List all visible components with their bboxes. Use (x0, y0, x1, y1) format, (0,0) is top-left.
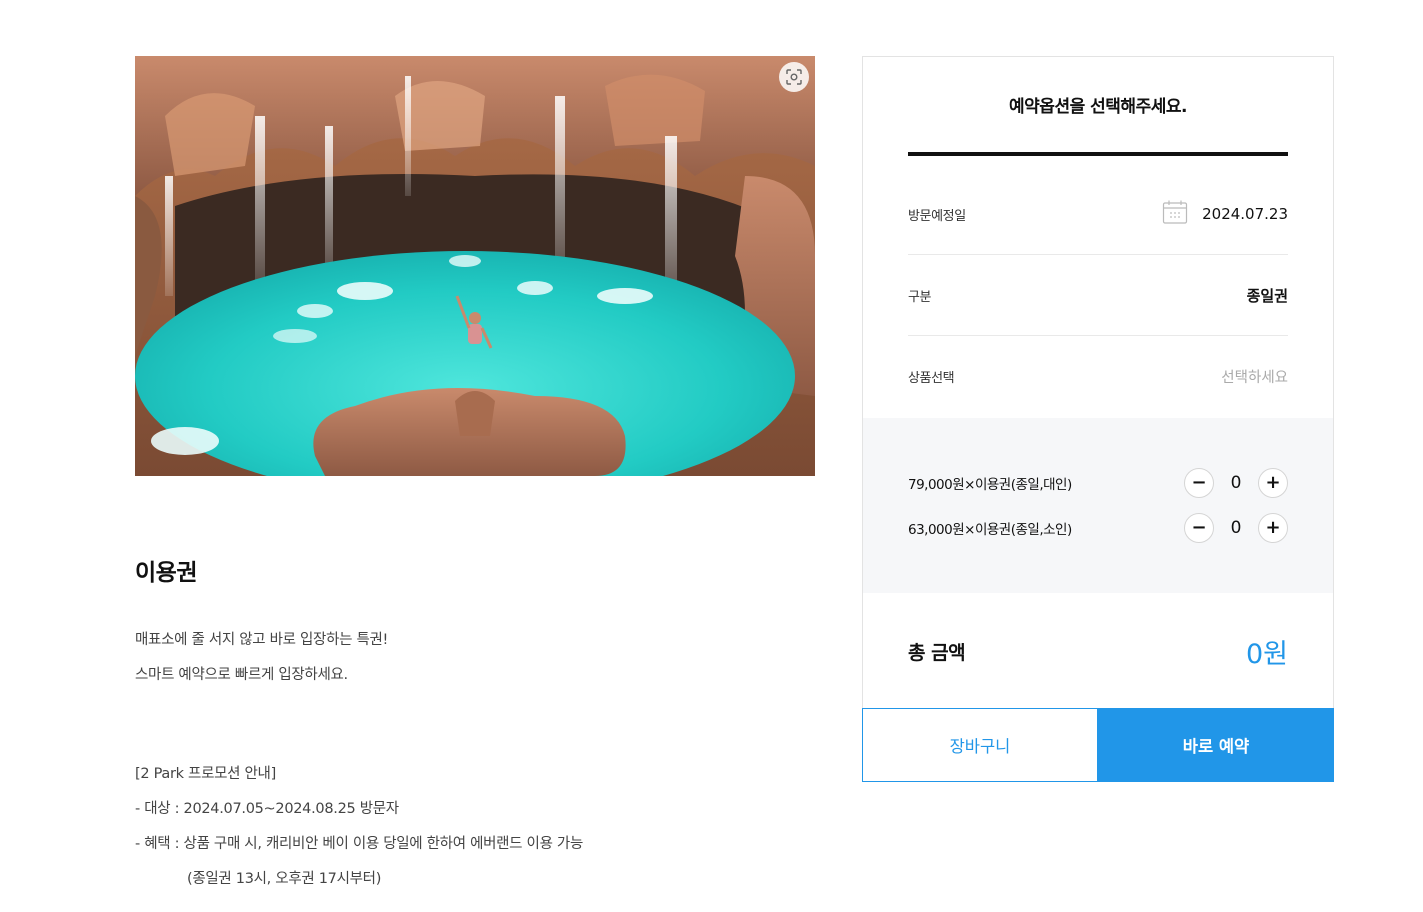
total-unit: 원 (1263, 638, 1288, 670)
category-row: 구분 종일권 (908, 255, 1288, 336)
promo-line: - 대상 : 2024.07.05~2024.08.25 방문자 (135, 801, 399, 817)
visit-date-value-group[interactable]: 2024.07.23 (1162, 199, 1288, 229)
decrease-button[interactable]: − (1184, 468, 1214, 498)
description-line: 매표소에 줄 서지 않고 바로 입장하는 특권! (135, 632, 389, 648)
promo-line: - 혜택 : 상품 구매 시, 캐리비안 베이 이용 당일에 한하여 에버랜드 … (135, 836, 584, 852)
option-label: 63,000원×이용권(종일,소인) (908, 522, 1072, 538)
quantity-stepper: − 0 + (1184, 468, 1288, 498)
zoom-scan-icon[interactable] (779, 62, 809, 92)
promo-line: [2 Park 프로모션 안내] (135, 766, 276, 782)
visit-date-value: 2024.07.23 (1202, 205, 1288, 223)
option-label: 79,000원×이용권(종일,대인) (908, 477, 1072, 493)
total-amount-group: 0 원 (1246, 632, 1288, 671)
booking-panel: 예약옵션을 선택해주세요. 방문예정일 2024.07.23 구분 종일권 상품… (862, 56, 1334, 708)
cave-pool-illustration (135, 56, 815, 476)
product-image (135, 56, 815, 476)
option-row-child: 63,000원×이용권(종일,소인) − 0 + (908, 513, 1288, 543)
category-label: 구분 (908, 289, 932, 305)
quantity-stepper: − 0 + (1184, 513, 1288, 543)
product-select-dropdown[interactable]: 선택하세요 (1221, 366, 1288, 387)
quantity-value: 0 (1230, 473, 1242, 493)
booking-header: 예약옵션을 선택해주세요. (908, 57, 1288, 156)
calendar-icon[interactable] (1162, 199, 1188, 229)
action-buttons: 장바구니 바로 예약 (862, 708, 1334, 782)
promo-line: (종일권 13시, 오후권 17시부터) (187, 871, 382, 887)
visit-date-row[interactable]: 방문예정일 2024.07.23 (908, 174, 1288, 255)
product-title: 이용권 (135, 560, 197, 586)
promotion-info: [2 Park 프로모션 안내] - 대상 : 2024.07.05~2024.… (135, 757, 815, 897)
visit-date-label: 방문예정일 (908, 208, 966, 224)
product-select-label: 상품선택 (908, 371, 955, 386)
description-line: 스마트 예약으로 빠르게 입장하세요. (135, 667, 348, 683)
cart-button[interactable]: 장바구니 (862, 708, 1098, 782)
total-label: 총 금액 (908, 641, 966, 664)
increase-button[interactable]: + (1258, 513, 1288, 543)
total-amount: 0 (1245, 638, 1264, 670)
category-value: 종일권 (1246, 286, 1288, 305)
book-now-button[interactable]: 바로 예약 (1098, 708, 1334, 782)
product-select-row[interactable]: 상품선택 선택하세요 (908, 336, 1288, 417)
decrease-button[interactable]: − (1184, 513, 1214, 543)
product-description: 매표소에 줄 서지 않고 바로 입장하는 특권! 스마트 예약으로 빠르게 입장… (135, 623, 815, 693)
option-row-adult: 79,000원×이용권(종일,대인) − 0 + (908, 468, 1288, 498)
total-price: 총 금액 0 원 (908, 593, 1288, 709)
quantity-value: 0 (1230, 518, 1242, 538)
quantity-section: 79,000원×이용권(종일,대인) − 0 + 63,000원×이용권(종일,… (863, 418, 1333, 593)
increase-button[interactable]: + (1258, 468, 1288, 498)
